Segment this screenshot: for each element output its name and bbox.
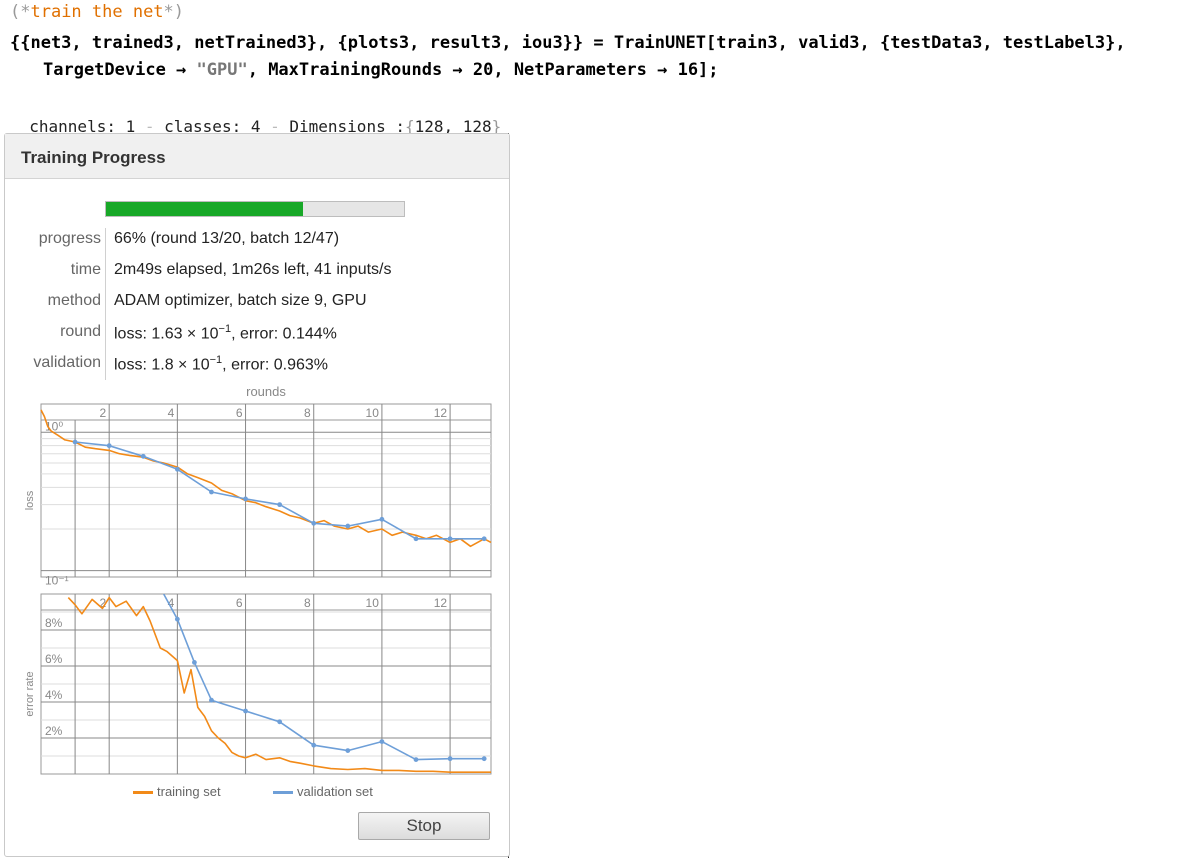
loss-validation-line-point bbox=[72, 439, 78, 445]
error-validation-line-point bbox=[174, 616, 180, 622]
error-y-tick-label: 4% bbox=[45, 688, 63, 702]
loss-validation-line-point bbox=[481, 536, 487, 542]
error-y-tick-label: 2% bbox=[45, 724, 63, 738]
output-line: channels: 1 - classes: 4 - Dimensions :{… bbox=[29, 117, 502, 136]
legend-training-swatch bbox=[133, 791, 153, 795]
error-x-tick-label: 10 bbox=[366, 596, 380, 610]
loss-validation-line-point bbox=[311, 520, 317, 526]
code-comment: (*train the net*) bbox=[10, 2, 185, 22]
loss-validation-line-point bbox=[447, 536, 453, 542]
training-plots: rounds2 4 6 8 10 1210⁰10⁻¹loss2 4 6 8 10 122%4%6%8… bbox=[24, 384, 492, 775]
code-string-gpu: "GPU" bbox=[196, 60, 248, 80]
code-comment-text: train the net bbox=[30, 2, 164, 22]
legend-validation: validation set bbox=[273, 784, 373, 799]
error-validation-line-point bbox=[447, 756, 453, 762]
loss-validation-line-point bbox=[345, 523, 351, 529]
error-validation-line-point bbox=[345, 748, 351, 753]
info-key-round: round bbox=[60, 323, 101, 340]
loss-plot-frame bbox=[40, 403, 492, 578]
loss-validation-line-point bbox=[277, 502, 283, 508]
info-key-progress: progress bbox=[38, 230, 101, 247]
error-validation-line-point bbox=[209, 697, 214, 703]
info-value-method: ADAM optimizer, batch size 9, GPU bbox=[114, 292, 367, 309]
legend-training-label: training set bbox=[157, 784, 221, 799]
panel-header: Training Progress bbox=[5, 134, 509, 179]
error-validation-line-point bbox=[413, 757, 419, 762]
error-validation-line-point bbox=[379, 739, 385, 744]
info-value-validation: loss: 1.8 × 10−1, error: 0.963% bbox=[114, 354, 328, 374]
code-line-2-part-a: TargetDevice → bbox=[43, 60, 197, 80]
error-y-tick-label: 8% bbox=[45, 616, 63, 630]
loss-validation-line-point bbox=[379, 516, 385, 522]
legend-training: training set bbox=[133, 784, 221, 799]
stop-button[interactable]: Stop bbox=[358, 812, 490, 840]
x-axis-label: rounds bbox=[246, 384, 286, 399]
error-validation-line-point bbox=[243, 708, 248, 714]
error-validation-line-point bbox=[311, 742, 317, 748]
legend-validation-label: validation set bbox=[297, 784, 373, 799]
error-x-tick-label: 8 bbox=[304, 596, 311, 610]
loss-x-tick-label: 10 bbox=[366, 406, 380, 420]
loss-x-tick-label: 6 bbox=[236, 406, 243, 420]
panel-title: Training Progress bbox=[21, 148, 166, 167]
code-line-2[interactable]: TargetDevice → "GPU", MaxTrainingRounds … bbox=[43, 60, 719, 80]
error-y-axis-label: error rate bbox=[24, 671, 36, 716]
info-value-round: loss: 1.63 × 10−1, error: 0.144% bbox=[114, 323, 337, 343]
loss-validation-line-point bbox=[413, 536, 419, 542]
validation-loss-exponent: −1 bbox=[209, 354, 223, 366]
loss-y-tick-label: 10⁻¹ bbox=[45, 574, 69, 588]
loss-validation-line-point bbox=[209, 489, 214, 495]
progress-bar bbox=[105, 201, 405, 217]
info-separator bbox=[105, 228, 106, 380]
round-loss-exponent: −1 bbox=[218, 323, 232, 335]
error-x-tick-label: 6 bbox=[236, 596, 243, 610]
info-key-time: time bbox=[70, 261, 101, 278]
legend-validation-swatch bbox=[273, 791, 293, 795]
error-x-tick-label: 12 bbox=[434, 596, 448, 610]
loss-x-tick-label: 8 bbox=[304, 406, 311, 420]
round-loss-prefix: loss: 1.63 × 10 bbox=[114, 325, 219, 343]
loss-validation-line-point bbox=[140, 453, 146, 459]
code-line-2-part-b: , MaxTrainingRounds → 20, NetParameters … bbox=[247, 60, 719, 80]
info-key-method: method bbox=[47, 292, 101, 309]
loss-x-tick-label: 12 bbox=[434, 406, 448, 420]
training-progress-panel: Training Progress progress 66% (round 13… bbox=[4, 133, 510, 857]
validation-loss-prefix: loss: 1.8 × 10 bbox=[114, 356, 210, 374]
error-y-tick-label: 6% bbox=[45, 652, 63, 666]
loss-validation-line-point bbox=[106, 443, 112, 449]
info-value-time: 2m49s elapsed, 1m26s left, 41 inputs/s bbox=[114, 261, 392, 278]
validation-error: , error: 0.963% bbox=[222, 356, 328, 374]
loss-x-tick-label: 4 bbox=[168, 406, 175, 420]
error-validation-line-point bbox=[277, 719, 283, 725]
round-error: , error: 0.144% bbox=[231, 325, 337, 343]
loss-validation-line-point bbox=[243, 496, 248, 502]
loss-validation-line-point bbox=[174, 466, 180, 472]
info-key-validation: validation bbox=[33, 354, 101, 371]
error-validation-line-point bbox=[481, 756, 487, 762]
progress-bar-fill bbox=[106, 202, 303, 216]
info-value-progress: 66% (round 13/20, batch 12/47) bbox=[114, 230, 340, 247]
code-line-1[interactable]: {{net3, trained3, netTrained3}, {plots3,… bbox=[10, 33, 1126, 53]
error-validation-line-point bbox=[192, 660, 197, 665]
loss-y-axis-label: loss bbox=[24, 490, 36, 510]
loss-x-tick-label: 2 bbox=[99, 406, 106, 420]
